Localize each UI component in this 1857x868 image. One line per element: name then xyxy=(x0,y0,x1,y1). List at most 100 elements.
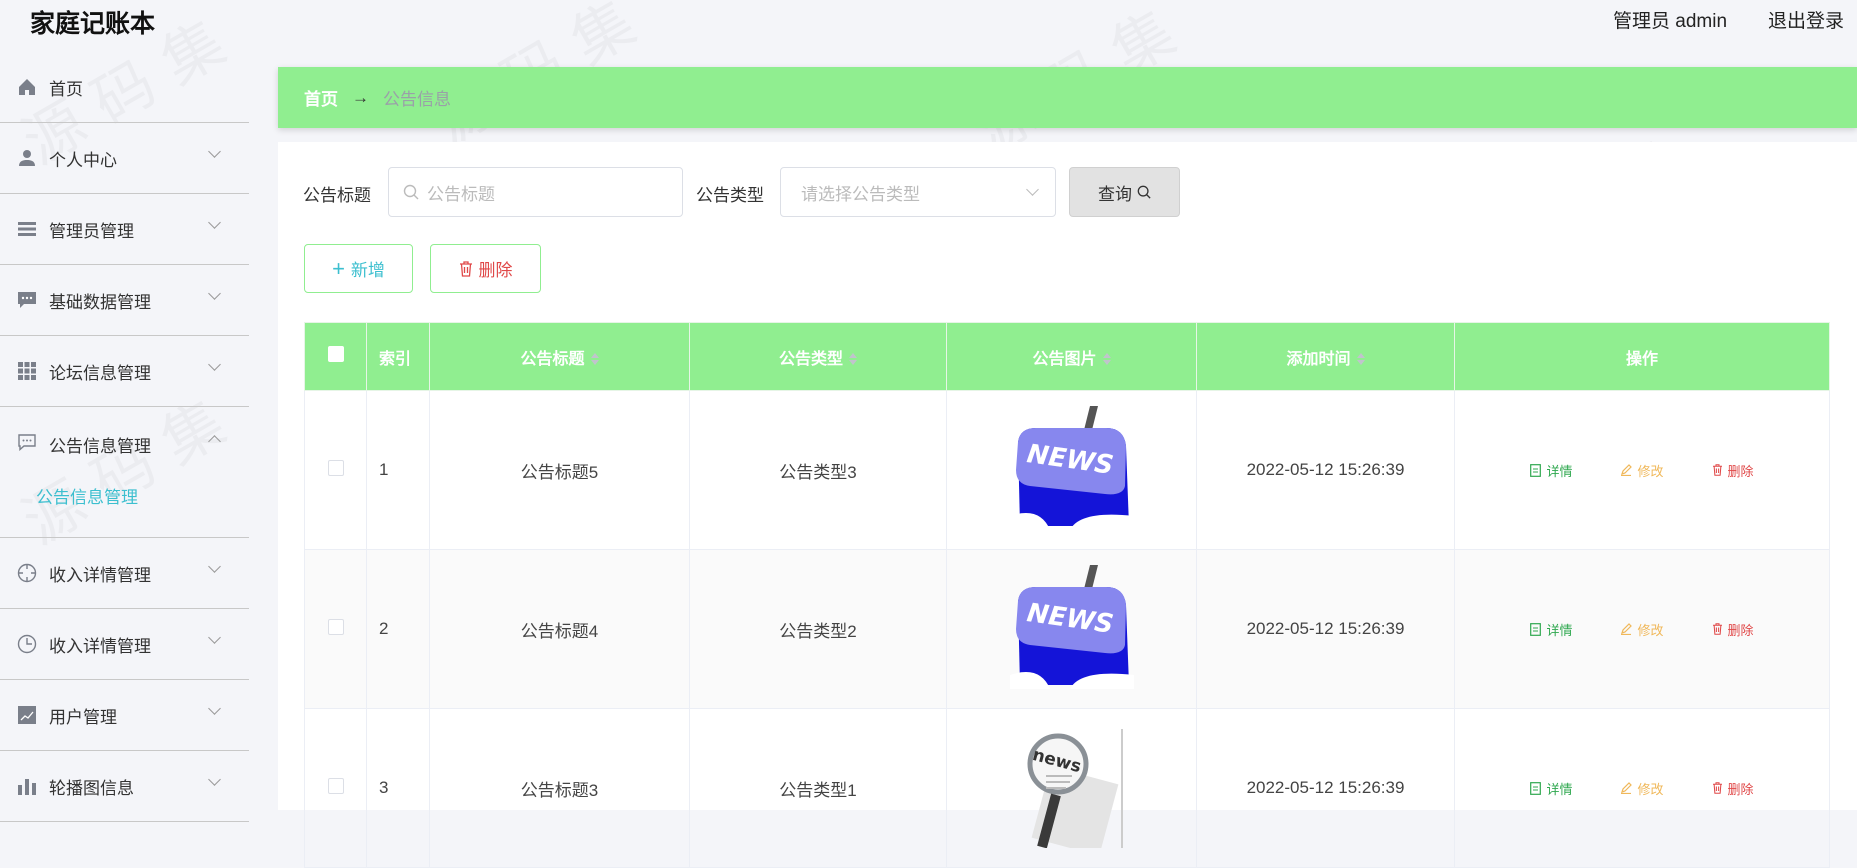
logout-link[interactable]: 退出登录 xyxy=(1768,6,1844,33)
news-key-image: NEWS xyxy=(1009,564,1134,689)
chevron-down-icon xyxy=(208,287,221,300)
sidebar-item-users[interactable]: 用户管理 xyxy=(0,680,249,751)
sort-icon[interactable] xyxy=(1102,353,1111,366)
row-checkbox[interactable] xyxy=(327,618,344,635)
sidebar-item-income-1[interactable]: 收入详情管理 xyxy=(0,538,249,609)
search-icon xyxy=(403,184,419,200)
edit-icon xyxy=(1621,464,1633,476)
sidebar-item-label: 首页 xyxy=(49,79,83,99)
delete-button[interactable]: 删除 xyxy=(1712,620,1754,639)
row-checkbox[interactable] xyxy=(327,777,344,794)
row-title: 公告标题4 xyxy=(429,549,690,709)
submenu-notice-management[interactable]: 公告信息管理 xyxy=(36,483,138,508)
chat-icon xyxy=(17,432,37,452)
trash-icon xyxy=(1712,782,1722,794)
row-image: NEWS xyxy=(946,390,1197,550)
sidebar-item-label: 收入详情管理 xyxy=(49,565,151,585)
chevron-down-icon xyxy=(208,358,221,371)
row-time: 2022-05-12 15:26:39 xyxy=(1196,549,1455,709)
detail-button[interactable]: 详情 xyxy=(1530,620,1572,639)
list-icon xyxy=(17,219,37,239)
user-icon xyxy=(17,148,37,168)
detail-button[interactable]: 详情 xyxy=(1530,461,1572,480)
edit-button[interactable]: 修改 xyxy=(1620,779,1664,798)
clock-icon xyxy=(17,634,37,654)
grid-icon xyxy=(17,361,37,381)
search-icon xyxy=(1137,185,1151,199)
row-index: 1 xyxy=(366,390,430,550)
edit-button[interactable]: 修改 xyxy=(1620,461,1664,480)
row-type: 公告类型1 xyxy=(689,708,947,868)
column-header-label: 添加时间 xyxy=(1286,350,1351,368)
title-search-placeholder: 公告标题 xyxy=(427,184,495,204)
query-button[interactable]: 查询 xyxy=(1069,167,1180,217)
chevron-down-icon xyxy=(208,145,221,158)
chevron-down-icon xyxy=(208,702,221,715)
batch-delete-button[interactable]: 删除 xyxy=(430,244,541,293)
chart-line-icon xyxy=(17,705,37,725)
sort-icon[interactable] xyxy=(849,353,857,366)
column-header-title[interactable]: 公告标题 xyxy=(429,322,690,391)
chevron-down-icon xyxy=(208,773,221,786)
detail-button[interactable]: 详情 xyxy=(1530,779,1572,798)
edit-button[interactable]: 修改 xyxy=(1620,620,1664,639)
row-checkbox[interactable] xyxy=(327,459,344,476)
row-type: 公告类型2 xyxy=(689,549,947,709)
news-magnifier-image: news xyxy=(1027,728,1123,856)
add-button-label: 新增 xyxy=(350,261,385,280)
row-image: news xyxy=(946,708,1197,868)
type-select[interactable]: 请选择公告类型 xyxy=(780,167,1056,217)
column-header-index: 索引 xyxy=(366,322,430,391)
query-button-label: 查询 xyxy=(1098,184,1132,204)
sort-icon[interactable] xyxy=(590,353,599,366)
sidebar-item-label: 收入详情管理 xyxy=(49,636,151,656)
column-header-time[interactable]: 添加时间 xyxy=(1196,322,1455,391)
detail-label: 详情 xyxy=(1546,781,1573,797)
delete-button[interactable]: 删除 xyxy=(1712,779,1754,798)
sidebar-item-home[interactable]: 首页 xyxy=(0,52,249,123)
sort-icon[interactable] xyxy=(1356,353,1365,366)
sidebar-item-personal[interactable]: 个人中心 xyxy=(0,123,249,194)
row-actions: 详情 修改 删除 xyxy=(1454,390,1830,550)
select-all-checkbox[interactable] xyxy=(327,346,344,362)
row-title: 公告标题3 xyxy=(429,708,690,868)
row-select-cell xyxy=(304,390,367,550)
sidebar-item-carousel[interactable]: 轮播图信息 xyxy=(0,751,249,822)
crosshair-icon xyxy=(17,563,37,583)
sidebar-item-forum[interactable]: 论坛信息管理 xyxy=(0,336,249,407)
sidebar-item-label: 论坛信息管理 xyxy=(49,363,151,383)
column-header-actions: 操作 xyxy=(1454,322,1830,391)
sidebar-item-income-2[interactable]: 收入详情管理 xyxy=(0,609,249,680)
sidebar-item-base-data[interactable]: 基础数据管理 xyxy=(0,265,249,336)
trash-icon xyxy=(1712,464,1722,476)
top-header: 家庭记账本 管理员 admin 退出登录 xyxy=(0,0,1857,52)
document-icon xyxy=(1530,622,1542,636)
breadcrumb: 首页 → 公告信息 xyxy=(278,67,1857,128)
row-time: 2022-05-12 15:26:39 xyxy=(1196,708,1455,868)
home-icon xyxy=(17,77,37,97)
detail-label: 详情 xyxy=(1546,463,1573,479)
chevron-down-icon xyxy=(208,216,221,229)
breadcrumb-current: 公告信息 xyxy=(383,90,451,109)
add-button[interactable]: + 新增 xyxy=(304,244,413,293)
plus-icon: + xyxy=(332,255,345,281)
column-header-label: 公告标题 xyxy=(520,350,585,368)
notice-table: 索引 公告标题 公告类型 公告图片 添加时间 操作 1 公告标题5 公告类型3 … xyxy=(304,322,1830,868)
chevron-up-icon xyxy=(208,435,221,448)
breadcrumb-home[interactable]: 首页 xyxy=(304,85,338,110)
sidebar-item-label: 基础数据管理 xyxy=(49,292,151,312)
delete-button[interactable]: 删除 xyxy=(1712,461,1754,480)
edit-label: 修改 xyxy=(1637,463,1664,479)
app-title: 家庭记账本 xyxy=(30,10,156,38)
row-index: 3 xyxy=(366,708,430,868)
sidebar-item-notice[interactable]: 公告信息管理 公告信息管理 xyxy=(0,407,249,538)
sidebar-item-admin[interactable]: 管理员管理 xyxy=(0,194,249,265)
sidebar-item-label: 个人中心 xyxy=(49,150,117,170)
column-header-image[interactable]: 公告图片 xyxy=(946,322,1197,391)
column-header-type[interactable]: 公告类型 xyxy=(689,322,947,391)
row-select-cell xyxy=(304,708,367,868)
title-search-input[interactable]: 公告标题 xyxy=(388,167,683,217)
delete-label: 删除 xyxy=(1727,781,1754,797)
trash-icon xyxy=(459,260,472,277)
row-actions: 详情 修改 删除 xyxy=(1454,708,1830,868)
